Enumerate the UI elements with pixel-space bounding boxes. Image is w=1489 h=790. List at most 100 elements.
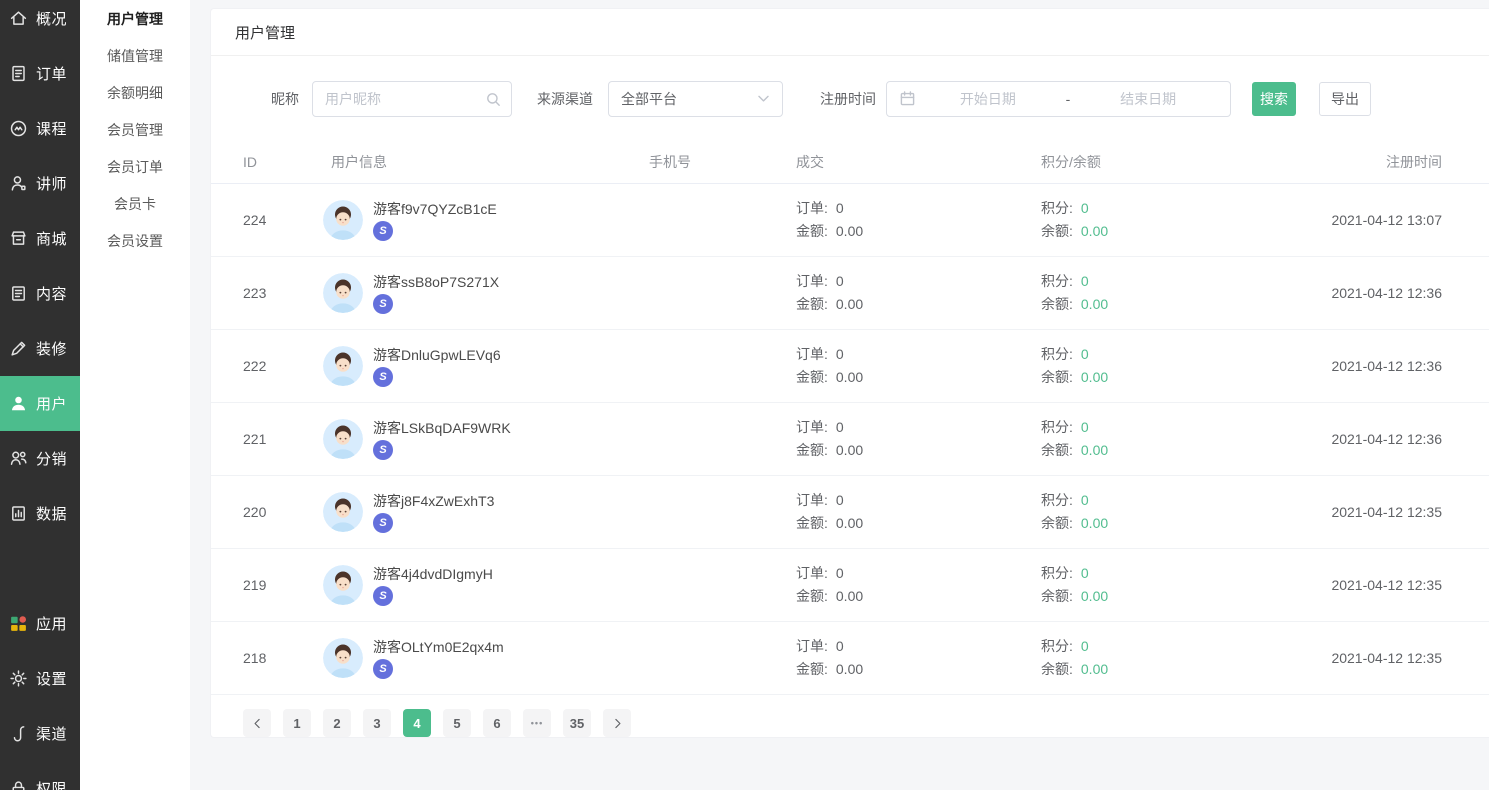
deal-cell: 订单:0 金额:0.00 xyxy=(796,562,1041,608)
order-amount: 0.00 xyxy=(836,512,863,535)
sidebar-item-courses[interactable]: 课程 xyxy=(0,101,80,156)
user-info-cell: 游客4j4dvdDIgmyH S xyxy=(323,565,649,606)
order-count: 0 xyxy=(836,270,844,293)
sidebar-item-apps[interactable]: 应用 xyxy=(0,596,80,651)
sidebar-item-label: 分销 xyxy=(36,448,67,469)
pagination: 123456 ••• 35 xyxy=(211,709,1489,737)
table-row: 218 游客OLtYm0E2qx4m S 订单:0 金额:0.00 积分:0 xyxy=(211,622,1489,695)
deal-cell: 订单:0 金额:0.00 xyxy=(796,635,1041,681)
nav-group-spacer xyxy=(0,541,80,596)
sidebar-item-settings[interactable]: 设置 xyxy=(0,651,80,706)
user-nickname: 游客f9v7QYZcB1cE xyxy=(373,200,497,218)
pagination-page-6[interactable]: 6 xyxy=(483,709,511,737)
user-management-card: 用户管理 昵称 来源渠道 全部平台 注册时间 开始日期 - 结束日期 搜索 导出 xyxy=(210,8,1489,738)
user-avatar xyxy=(323,565,363,605)
points-balance-cell: 积分:0 余额:0.00 xyxy=(1041,562,1321,608)
table-row: 224 游客f9v7QYZcB1cE S 订单:0 金额:0.00 积分:0 xyxy=(211,184,1489,257)
pagination-ellipsis[interactable]: ••• xyxy=(523,709,551,737)
date-separator: - xyxy=(1060,91,1077,107)
nickname-input[interactable] xyxy=(313,82,511,116)
user-id: 218 xyxy=(243,650,323,666)
submenu-item-user-management[interactable]: 用户管理 xyxy=(80,0,190,37)
submenu-item-balance-details[interactable]: 余额明细 xyxy=(80,74,190,111)
pagination-page-5[interactable]: 5 xyxy=(443,709,471,737)
pagination-page-3[interactable]: 3 xyxy=(363,709,391,737)
user-info-cell: 游客f9v7QYZcB1cE S xyxy=(323,200,649,241)
pagination-page-1[interactable]: 1 xyxy=(283,709,311,737)
sidebar-item-users[interactable]: 用户 xyxy=(0,376,80,431)
user-nickname: 游客OLtYm0E2qx4m xyxy=(373,638,504,656)
pagination-next-button[interactable] xyxy=(603,709,631,737)
sidebar-item-orders[interactable]: 订单 xyxy=(0,46,80,101)
search-button[interactable]: 搜索 xyxy=(1252,82,1296,116)
points-balance-cell: 积分:0 余额:0.00 xyxy=(1041,197,1321,243)
apps-icon xyxy=(8,614,28,634)
order-count: 0 xyxy=(836,197,844,220)
secondary-sidebar: 用户管理储值管理余额明细会员管理会员订单会员卡会员设置 xyxy=(80,0,190,790)
sidebar-item-data[interactable]: 数据 xyxy=(0,486,80,541)
order-icon xyxy=(8,64,28,84)
user-info-cell: 游客j8F4xZwExhT3 S xyxy=(323,492,649,533)
calendar-icon xyxy=(899,90,916,107)
pagination-prev-button[interactable] xyxy=(243,709,271,737)
deal-cell: 订单:0 金额:0.00 xyxy=(796,489,1041,535)
order-amount: 0.00 xyxy=(836,439,863,462)
lecturer-icon xyxy=(8,174,28,194)
sidebar-item-content[interactable]: 内容 xyxy=(0,266,80,321)
register-time: 2021-04-12 12:36 xyxy=(1321,285,1489,301)
sidebar-item-distribution[interactable]: 分销 xyxy=(0,431,80,486)
sidebar-item-permissions[interactable]: 权限 xyxy=(0,761,80,790)
user-info-cell: 游客LSkBqDAF9WRK S xyxy=(323,419,649,460)
submenu-item-member-card[interactable]: 会员卡 xyxy=(80,185,190,222)
order-amount: 0.00 xyxy=(836,366,863,389)
submenu-item-member-settings[interactable]: 会员设置 xyxy=(80,222,190,259)
submenu-item-stored-value[interactable]: 储值管理 xyxy=(80,37,190,74)
user-avatar xyxy=(323,419,363,459)
sidebar-item-mall[interactable]: 商城 xyxy=(0,211,80,266)
register-time: 2021-04-12 12:36 xyxy=(1321,431,1489,447)
register-date-range-picker[interactable]: 开始日期 - 结束日期 xyxy=(886,81,1231,117)
table-body: 224 游客f9v7QYZcB1cE S 订单:0 金额:0.00 积分:0 xyxy=(211,184,1489,695)
sidebar-item-label: 应用 xyxy=(36,613,67,634)
sidebar-item-label: 用户 xyxy=(36,393,67,414)
balance-value: 0.00 xyxy=(1081,220,1108,243)
user-avatar xyxy=(323,273,363,313)
miniprogram-channel-icon: S xyxy=(373,586,393,606)
order-count: 0 xyxy=(836,635,844,658)
pagination-page-35[interactable]: 35 xyxy=(563,709,591,737)
sidebar-item-label: 课程 xyxy=(36,118,67,139)
sidebar-item-decoration[interactable]: 装修 xyxy=(0,321,80,376)
points-balance-cell: 积分:0 余额:0.00 xyxy=(1041,416,1321,462)
column-header-id: ID xyxy=(243,154,323,170)
points-value: 0 xyxy=(1081,562,1089,585)
sidebar-item-label: 权限 xyxy=(36,778,67,790)
order-count: 0 xyxy=(836,416,844,439)
user-nickname: 游客j8F4xZwExhT3 xyxy=(373,492,494,510)
points-value: 0 xyxy=(1081,343,1089,366)
sidebar-item-lecturers[interactable]: 讲师 xyxy=(0,156,80,211)
permission-icon xyxy=(8,779,28,790)
balance-value: 0.00 xyxy=(1081,512,1108,535)
start-date-placeholder: 开始日期 xyxy=(916,89,1060,109)
user-nickname: 游客ssB8oP7S271X xyxy=(373,273,499,291)
user-info-cell: 游客OLtYm0E2qx4m S xyxy=(323,638,649,679)
channel-select[interactable]: 全部平台 xyxy=(608,81,783,117)
order-count: 0 xyxy=(836,343,844,366)
register-time: 2021-04-12 12:35 xyxy=(1321,577,1489,593)
search-icon xyxy=(485,91,502,108)
pagination-page-2[interactable]: 2 xyxy=(323,709,351,737)
points-balance-cell: 积分:0 余额:0.00 xyxy=(1041,635,1321,681)
user-avatar xyxy=(323,200,363,240)
submenu-item-member-orders[interactable]: 会员订单 xyxy=(80,148,190,185)
nickname-input-wrap xyxy=(312,81,512,117)
sidebar-item-label: 设置 xyxy=(36,668,67,689)
order-count: 0 xyxy=(836,489,844,512)
deal-cell: 订单:0 金额:0.00 xyxy=(796,343,1041,389)
sidebar-item-channels[interactable]: 渠道 xyxy=(0,706,80,761)
table-row: 220 游客j8F4xZwExhT3 S 订单:0 金额:0.00 积分:0 xyxy=(211,476,1489,549)
export-button[interactable]: 导出 xyxy=(1319,82,1371,116)
pagination-page-4[interactable]: 4 xyxy=(403,709,431,737)
submenu-item-member-management[interactable]: 会员管理 xyxy=(80,111,190,148)
user-avatar xyxy=(323,346,363,386)
sidebar-item-overview[interactable]: 概况 xyxy=(0,0,80,46)
